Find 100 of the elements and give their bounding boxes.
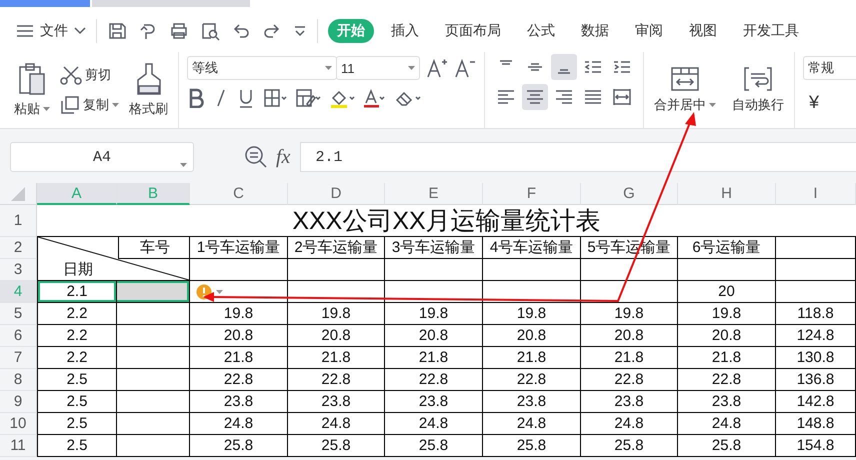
ribbon-tab[interactable]: 视图 xyxy=(680,19,726,43)
number-format-field[interactable]: 常规 xyxy=(803,56,856,80)
column-header[interactable]: E xyxy=(385,183,483,205)
table-cell: 24.8 xyxy=(190,413,288,435)
table-cell: 24.8 xyxy=(678,413,776,435)
table-cell: 20.8 xyxy=(288,325,385,347)
table-cell: 20 xyxy=(678,281,776,303)
table-cell: 21.8 xyxy=(678,347,776,369)
column-heading: 3号车运输量 xyxy=(385,237,483,259)
table-cell: 23.8 xyxy=(190,391,288,413)
table-cell: 19.8 xyxy=(190,303,288,325)
table-cell: 21.8 xyxy=(581,347,678,369)
column-header[interactable]: D xyxy=(288,183,385,205)
print-icon[interactable] xyxy=(169,21,189,41)
row-header[interactable]: 3 xyxy=(0,259,37,281)
customize-dropdown-icon[interactable] xyxy=(293,24,307,38)
dropdown-caret-icon[interactable] xyxy=(180,163,187,167)
dropdown-caret-icon[interactable] xyxy=(112,103,119,107)
row-header[interactable]: 5 xyxy=(0,303,37,325)
column-header[interactable]: H xyxy=(678,183,776,205)
row-header[interactable]: 11 xyxy=(0,435,37,457)
borders-icon[interactable] xyxy=(263,88,287,108)
wrap-text-button[interactable]: 自动换行 xyxy=(728,66,788,114)
table-cell: 23.8 xyxy=(581,391,678,413)
table-cell: 22.8 xyxy=(483,369,581,391)
row-header[interactable]: 9 xyxy=(0,391,37,413)
format-painter-button[interactable]: 格式刷 xyxy=(125,62,172,118)
row-header[interactable]: 10 xyxy=(0,413,37,435)
table-cell: 142.8 xyxy=(776,391,856,413)
column-header[interactable]: C xyxy=(190,183,288,205)
row-header[interactable]: 6 xyxy=(0,325,37,347)
center-align-icon[interactable] xyxy=(522,84,548,110)
name-box[interactable]: A4 xyxy=(10,142,194,172)
row-header[interactable]: 7 xyxy=(0,347,37,369)
table-cell: 19.8 xyxy=(678,303,776,325)
table-cell: 22.8 xyxy=(678,369,776,391)
ribbon-tab[interactable]: 开发工具 xyxy=(734,19,808,43)
column-header[interactable]: I xyxy=(776,183,856,205)
table-cell: 24.8 xyxy=(483,413,581,435)
table-cell: 24.8 xyxy=(288,413,385,435)
cell-style-icon[interactable] xyxy=(295,88,321,108)
print-preview-icon[interactable] xyxy=(200,21,220,41)
dropdown-caret-icon[interactable] xyxy=(408,66,415,70)
table-cell: 24.8 xyxy=(581,413,678,435)
copy-button[interactable]: 复制 xyxy=(60,95,119,115)
table-cell: 2.2 xyxy=(37,303,117,325)
currency-button[interactable]: ¥ xyxy=(803,92,856,113)
column-header[interactable]: G xyxy=(581,183,678,205)
table-cell: 24.8 xyxy=(385,413,483,435)
dropdown-caret-icon[interactable] xyxy=(709,103,716,107)
ribbon-tab[interactable]: 公式 xyxy=(518,19,564,43)
zoom-formula-icon[interactable] xyxy=(244,145,268,169)
ribbon-tab[interactable]: 插入 xyxy=(382,19,428,43)
chevron-down-icon[interactable] xyxy=(74,27,86,35)
paste-button[interactable]: 粘贴 xyxy=(10,62,54,118)
font-size-field[interactable]: 11 xyxy=(336,56,420,80)
table-cell: 136.8 xyxy=(776,369,856,391)
table-cell: 20.8 xyxy=(678,325,776,347)
table-cell: 130.8 xyxy=(776,347,856,369)
row-header[interactable]: 1 xyxy=(0,205,37,237)
paintbrush-icon[interactable] xyxy=(134,62,162,96)
copy-icon[interactable] xyxy=(60,95,80,115)
bottom-align-icon[interactable] xyxy=(551,54,577,80)
row-header[interactable]: 2 xyxy=(0,237,37,259)
formula-field[interactable]: 2.1 xyxy=(300,142,856,172)
table-cell: 23.8 xyxy=(678,391,776,413)
table-cell: 118.8 xyxy=(776,303,856,325)
dropdown-caret-icon[interactable] xyxy=(43,107,50,111)
table-cell: 25.8 xyxy=(678,435,776,457)
save-icon[interactable] xyxy=(107,21,127,41)
merge-center-button[interactable]: 合并居中 xyxy=(650,66,720,114)
wrap-text-icon[interactable] xyxy=(743,66,773,92)
table-cell: 2.5 xyxy=(37,391,117,413)
table-cell: 22.8 xyxy=(385,369,483,391)
scissors-icon[interactable] xyxy=(60,65,82,85)
table-cell: 21.8 xyxy=(288,347,385,369)
table-cell: 21.8 xyxy=(483,347,581,369)
dropdown-caret-icon[interactable] xyxy=(325,66,332,70)
font-name-field[interactable]: 等线 xyxy=(187,56,337,80)
fx-label[interactable]: fx xyxy=(276,146,290,168)
cut-button[interactable]: 剪切 xyxy=(60,65,119,85)
row-header[interactable]: 8 xyxy=(0,369,37,391)
merge-cells-icon[interactable] xyxy=(670,66,700,92)
column-header[interactable]: F xyxy=(483,183,581,205)
table-cell: 2.5 xyxy=(37,369,117,391)
increase-font-size-icon[interactable] xyxy=(426,57,448,79)
ribbon-tab[interactable]: 数据 xyxy=(572,19,618,43)
bold-icon[interactable] xyxy=(187,88,205,108)
fill-color-icon[interactable] xyxy=(329,88,355,108)
decrease-font-size-icon[interactable] xyxy=(454,57,476,79)
ribbon-tab[interactable]: 页面布局 xyxy=(436,19,510,43)
file-menu[interactable]: 文件 xyxy=(40,22,68,40)
menu-icon[interactable] xyxy=(16,24,34,38)
ribbon-tab[interactable]: 审阅 xyxy=(626,19,672,43)
table-cell: 25.8 xyxy=(288,435,385,457)
table-cell: 20.8 xyxy=(190,325,288,347)
column-heading: 车号 xyxy=(118,237,191,258)
underline-icon[interactable] xyxy=(237,88,255,108)
table-cell: 23.8 xyxy=(385,391,483,413)
font-color-icon[interactable] xyxy=(363,88,387,108)
